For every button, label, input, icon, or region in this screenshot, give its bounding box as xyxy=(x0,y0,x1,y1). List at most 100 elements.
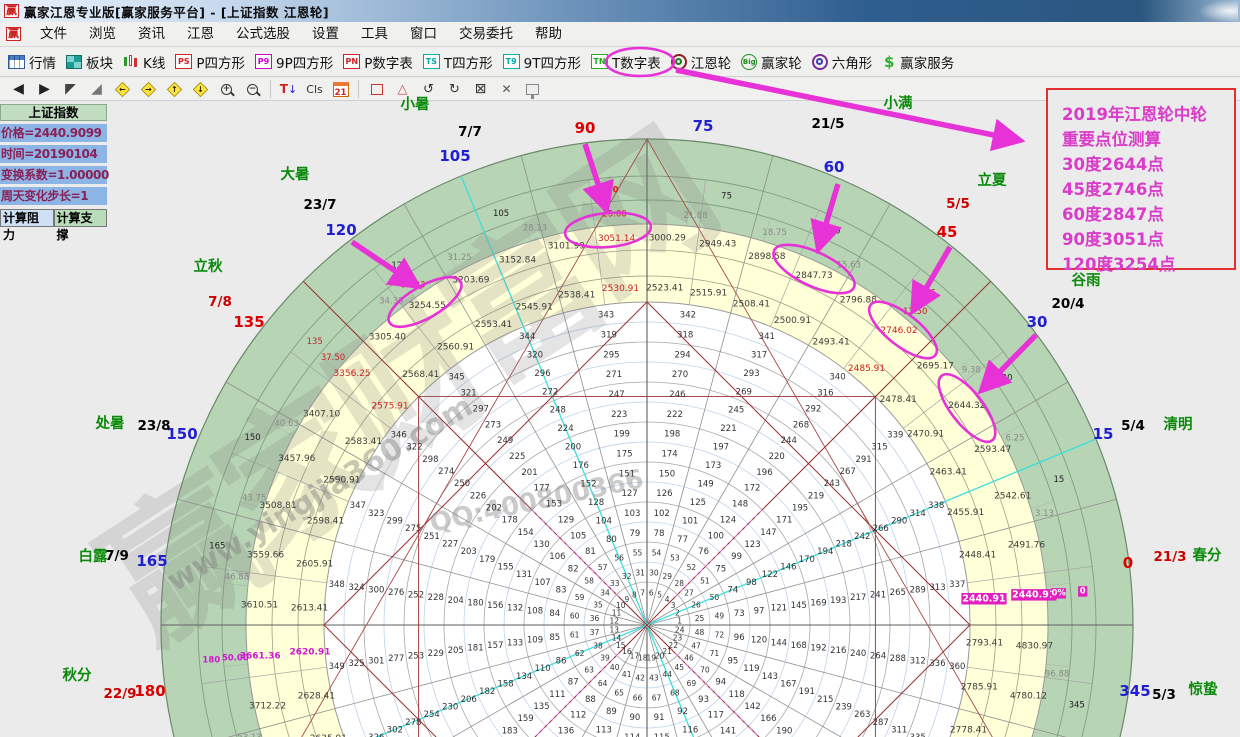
svg-text:174: 174 xyxy=(661,450,677,460)
svg-text:199: 199 xyxy=(614,430,630,440)
svg-text:181: 181 xyxy=(467,644,483,654)
svg-text:220: 220 xyxy=(769,452,785,462)
svg-text:180: 180 xyxy=(134,682,165,700)
svg-text:313: 313 xyxy=(929,583,945,593)
svg-text:292: 292 xyxy=(805,404,821,414)
svg-text:243: 243 xyxy=(824,479,840,489)
calc-support-button[interactable]: 计算支撑 xyxy=(54,209,108,227)
svg-text:50.00: 50.00 xyxy=(222,653,249,663)
svg-text:2508.41: 2508.41 xyxy=(733,300,770,310)
svg-text:惊蛰: 惊蛰 xyxy=(1189,680,1218,698)
svg-text:150: 150 xyxy=(244,433,260,443)
svg-text:110: 110 xyxy=(534,664,550,674)
svg-text:2545.91: 2545.91 xyxy=(516,302,553,312)
svg-text:298: 298 xyxy=(422,455,438,465)
svg-text:129: 129 xyxy=(558,516,574,526)
svg-text:33: 33 xyxy=(610,579,620,588)
svg-text:2793.41: 2793.41 xyxy=(966,639,1003,649)
svg-text:55: 55 xyxy=(633,549,643,558)
svg-text:179: 179 xyxy=(479,555,495,565)
svg-text:处暑: 处暑 xyxy=(95,414,125,432)
svg-text:178: 178 xyxy=(502,516,518,526)
svg-text:83: 83 xyxy=(556,585,567,595)
svg-text:293: 293 xyxy=(743,369,759,379)
svg-text:347: 347 xyxy=(350,501,366,511)
svg-text:51: 51 xyxy=(700,577,710,586)
svg-text:3: 3 xyxy=(671,601,676,610)
svg-text:227: 227 xyxy=(442,540,458,550)
svg-text:89: 89 xyxy=(606,707,617,717)
svg-text:116: 116 xyxy=(682,725,698,735)
svg-text:177: 177 xyxy=(534,484,550,494)
svg-text:2847.73: 2847.73 xyxy=(795,271,832,281)
svg-text:82: 82 xyxy=(568,564,579,574)
svg-text:230: 230 xyxy=(442,703,458,713)
svg-text:201: 201 xyxy=(521,468,537,478)
svg-text:342: 342 xyxy=(680,311,696,321)
svg-text:2470.91: 2470.91 xyxy=(907,430,944,440)
svg-text:148: 148 xyxy=(732,500,748,510)
svg-text:343: 343 xyxy=(598,311,614,321)
svg-text:118: 118 xyxy=(728,690,744,700)
svg-text:56: 56 xyxy=(614,554,624,563)
svg-text:75: 75 xyxy=(693,117,714,135)
svg-text:2523.41: 2523.41 xyxy=(646,284,683,294)
svg-text:170: 170 xyxy=(799,555,815,565)
svg-text:142: 142 xyxy=(744,702,760,712)
svg-text:3.13: 3.13 xyxy=(1035,509,1054,519)
svg-text:5/3: 5/3 xyxy=(1152,687,1176,703)
svg-text:135: 135 xyxy=(233,313,264,331)
svg-text:35: 35 xyxy=(593,601,603,610)
svg-text:65: 65 xyxy=(614,688,624,697)
svg-text:27: 27 xyxy=(684,589,694,598)
conversion-factor-row: 变换系数=1.00000 xyxy=(0,166,107,184)
svg-text:143: 143 xyxy=(762,672,778,682)
svg-text:322: 322 xyxy=(406,443,422,453)
svg-text:315: 315 xyxy=(871,443,887,453)
svg-text:74: 74 xyxy=(727,585,738,595)
svg-text:151: 151 xyxy=(619,469,635,479)
calc-resistance-button[interactable]: 计算阻力 xyxy=(0,209,54,227)
svg-text:102: 102 xyxy=(654,509,670,519)
svg-text:2500.91: 2500.91 xyxy=(774,316,811,326)
svg-text:73: 73 xyxy=(734,609,745,619)
svg-text:325: 325 xyxy=(348,659,364,669)
svg-text:194: 194 xyxy=(817,547,833,557)
svg-text:23: 23 xyxy=(673,634,683,643)
svg-text:288: 288 xyxy=(890,654,906,664)
svg-text:40: 40 xyxy=(610,663,620,672)
svg-text:360: 360 xyxy=(949,662,965,672)
svg-text:2538.41: 2538.41 xyxy=(558,290,595,300)
svg-text:125: 125 xyxy=(690,498,706,508)
svg-text:37.50: 37.50 xyxy=(321,353,345,363)
svg-text:3356.25: 3356.25 xyxy=(333,369,370,379)
svg-text:274: 274 xyxy=(438,467,454,477)
svg-text:2628.41: 2628.41 xyxy=(298,691,335,701)
svg-text:349: 349 xyxy=(329,662,345,672)
svg-text:144: 144 xyxy=(771,638,787,648)
svg-text:297: 297 xyxy=(473,404,489,414)
svg-text:149: 149 xyxy=(697,480,713,490)
svg-text:2515.91: 2515.91 xyxy=(690,289,727,299)
svg-text:101: 101 xyxy=(682,517,698,527)
svg-text:41: 41 xyxy=(622,670,632,679)
svg-text:90: 90 xyxy=(629,713,640,723)
svg-text:219: 219 xyxy=(808,491,824,501)
annotation-line: 120度3254点 xyxy=(1062,252,1234,277)
svg-text:2455.91: 2455.91 xyxy=(947,508,984,518)
svg-text:121: 121 xyxy=(771,604,787,614)
svg-text:172: 172 xyxy=(744,484,760,494)
svg-text:294: 294 xyxy=(674,350,690,360)
svg-text:216: 216 xyxy=(830,646,846,656)
svg-text:114: 114 xyxy=(624,733,640,737)
svg-text:45: 45 xyxy=(925,289,936,299)
svg-text:155: 155 xyxy=(497,562,513,572)
svg-text:106: 106 xyxy=(549,552,565,562)
svg-text:239: 239 xyxy=(836,703,852,713)
svg-text:30: 30 xyxy=(649,569,659,578)
svg-text:20/4: 20/4 xyxy=(1051,296,1084,312)
svg-text:2898.58: 2898.58 xyxy=(748,252,785,262)
svg-text:54: 54 xyxy=(652,549,662,558)
svg-text:180: 180 xyxy=(202,655,220,665)
svg-text:247: 247 xyxy=(608,390,624,400)
